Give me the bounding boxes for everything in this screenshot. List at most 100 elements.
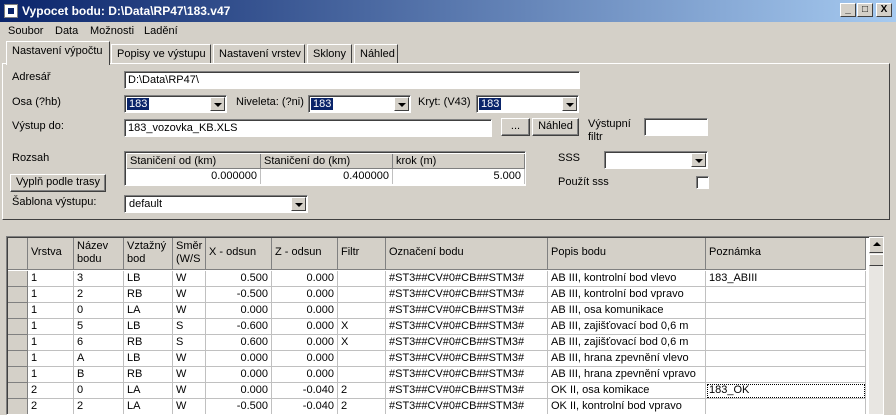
cell-poznamka[interactable] [706,287,866,303]
cell-smer[interactable]: S [173,335,206,351]
cell-vztazny-bod[interactable]: RB [124,335,173,351]
cell-popis-bodu[interactable]: AB III, zajišťovací bod 0,6 m [548,335,706,351]
cell-filtr[interactable]: X [338,335,386,351]
cell-nazev-bodu[interactable]: 0 [74,303,124,319]
row-indicator[interactable] [8,287,28,303]
cell-oznaceni-bodu[interactable]: #ST3##CV#0#CB##STM3# [386,399,548,414]
cell-smer[interactable]: W [173,399,206,414]
vystup-input[interactable]: 183_vozovka_KB.XLS [124,119,492,137]
cell-vztazny-bod[interactable]: LA [124,399,173,414]
tab-nahled[interactable]: Náhled [354,44,398,64]
chevron-down-icon[interactable] [691,153,706,167]
cell-popis-bodu[interactable]: AB III, kontrolní bod vlevo [548,271,706,287]
chevron-down-icon[interactable] [562,97,577,111]
cell-poznamka[interactable] [706,319,866,335]
cell-x-odsun[interactable]: -0.500 [206,399,272,414]
cell-popis-bodu[interactable]: AB III, kontrolní bod vpravo [548,287,706,303]
cell-x-odsun[interactable]: -0.500 [206,287,272,303]
cell-nazev-bodu[interactable]: 2 [74,399,124,414]
cell-x-odsun[interactable]: 0.000 [206,367,272,383]
cell-nazev-bodu[interactable]: B [74,367,124,383]
kryt-combobox[interactable]: 183 [476,95,579,113]
row-indicator[interactable] [8,351,28,367]
sablona-combobox[interactable]: default [124,195,308,213]
range-do-cell[interactable]: 0.400000 [261,169,393,184]
osa-combobox[interactable]: 183 [124,95,227,113]
cell-smer[interactable]: W [173,367,206,383]
cell-z-odsun[interactable]: 0.000 [272,367,338,383]
range-krok-cell[interactable]: 5.000 [393,169,525,184]
cell-poznamka[interactable]: 183_OK [706,383,866,399]
cell-filtr[interactable] [338,303,386,319]
row-indicator[interactable] [8,303,28,319]
column-header-x-odsun[interactable]: X - odsun [206,238,272,270]
column-header-z-odsun[interactable]: Z - odsun [272,238,338,270]
table-row[interactable]: 1 2 RB W -0.500 0.000 #ST3##CV#0#CB##STM3# AB I… [8,287,868,303]
row-indicator[interactable] [8,399,28,414]
cell-oznaceni-bodu[interactable]: #ST3##CV#0#CB##STM3# [386,335,548,351]
cell-oznaceni-bodu[interactable]: #ST3##CV#0#CB##STM3# [386,303,548,319]
column-header-oznaceni-bodu[interactable]: Označení bodu [386,238,548,270]
cell-nazev-bodu[interactable]: 5 [74,319,124,335]
cell-smer[interactable]: S [173,319,206,335]
chevron-down-icon[interactable] [291,197,306,211]
cell-smer[interactable]: W [173,351,206,367]
range-od-cell[interactable]: 0.000000 [127,169,261,184]
column-header-popis-bodu[interactable]: Popis bodu [548,238,706,270]
cell-vrstva[interactable]: 1 [28,367,74,383]
cell-nazev-bodu[interactable]: 6 [74,335,124,351]
vertical-scrollbar[interactable] [869,237,883,414]
cell-oznaceni-bodu[interactable]: #ST3##CV#0#CB##STM3# [386,271,548,287]
vystupni-filtr-input[interactable] [644,118,708,136]
cell-popis-bodu[interactable]: AB III, osa komunikace [548,303,706,319]
cell-popis-bodu[interactable]: OK II, kontrolní bod vpravo [548,399,706,414]
cell-filtr[interactable] [338,271,386,287]
cell-nazev-bodu[interactable]: 2 [74,287,124,303]
cell-filtr[interactable] [338,351,386,367]
cell-smer[interactable]: W [173,303,206,319]
cell-x-odsun[interactable]: 0.500 [206,271,272,287]
cell-poznamka[interactable] [706,399,866,414]
nahled-button[interactable]: Náhled [532,118,579,136]
scroll-thumb[interactable] [869,254,883,266]
menu-ladeni[interactable]: Ladění [144,25,178,37]
cell-smer[interactable]: W [173,287,206,303]
maximize-button[interactable]: □ [857,3,873,17]
cell-oznaceni-bodu[interactable]: #ST3##CV#0#CB##STM3# [386,319,548,335]
cell-poznamka[interactable] [706,303,866,319]
table-row[interactable]: 1 5 LB S -0.600 0.000 X #ST3##CV#0#CB##STM3# AB … [8,319,868,335]
table-row[interactable]: 1 0 LA W 0.000 0.000 #ST3##CV#0#CB##STM3# AB II… [8,303,868,319]
adresar-input[interactable]: D:\Data\RP47\ [124,71,580,89]
sss-combobox[interactable] [604,151,708,169]
scroll-up-icon[interactable] [869,237,883,253]
cell-filtr[interactable] [338,367,386,383]
menu-soubor[interactable]: Soubor [8,25,43,37]
minimize-button[interactable]: _ [840,3,856,17]
niveleta-combobox[interactable]: 183 [308,95,411,113]
row-indicator[interactable] [8,271,28,287]
cell-z-odsun[interactable]: -0.040 [272,399,338,414]
table-row[interactable]: 1 3 LB W 0.500 0.000 #ST3##CV#0#CB##STM3# AB II… [8,271,868,287]
cell-vztazny-bod[interactable]: RB [124,367,173,383]
cell-vztazny-bod[interactable]: RB [124,287,173,303]
cell-x-odsun[interactable]: 0.600 [206,335,272,351]
cell-poznamka[interactable]: 183_ABIII [706,271,866,287]
cell-filtr[interactable]: 2 [338,383,386,399]
cell-popis-bodu[interactable]: OK II, osa komikace [548,383,706,399]
cell-popis-bodu[interactable]: AB III, hrana zpevnění vlevo [548,351,706,367]
tab-popisy-ve-vystupu[interactable]: Popisy ve výstupu [111,44,211,64]
cell-vrstva[interactable]: 1 [28,287,74,303]
cell-filtr[interactable]: X [338,319,386,335]
cell-nazev-bodu[interactable]: 3 [74,271,124,287]
cell-oznaceni-bodu[interactable]: #ST3##CV#0#CB##STM3# [386,351,548,367]
column-header-vztazny-bod[interactable]: Vztažný bod [124,238,173,270]
cell-smer[interactable]: W [173,383,206,399]
table-row[interactable]: 2 0 LA W 0.000 -0.040 2 #ST3##CV#0#CB##STM3# OK … [8,383,868,399]
cell-vrstva[interactable]: 2 [28,383,74,399]
column-header-nazev-bodu[interactable]: Název bodu [74,238,124,270]
column-header-filtr[interactable]: Filtr [338,238,386,270]
cell-x-odsun[interactable]: 0.000 [206,383,272,399]
cell-vztazny-bod[interactable]: LB [124,271,173,287]
cell-vrstva[interactable]: 1 [28,319,74,335]
tab-sklony[interactable]: Sklony [307,44,352,64]
